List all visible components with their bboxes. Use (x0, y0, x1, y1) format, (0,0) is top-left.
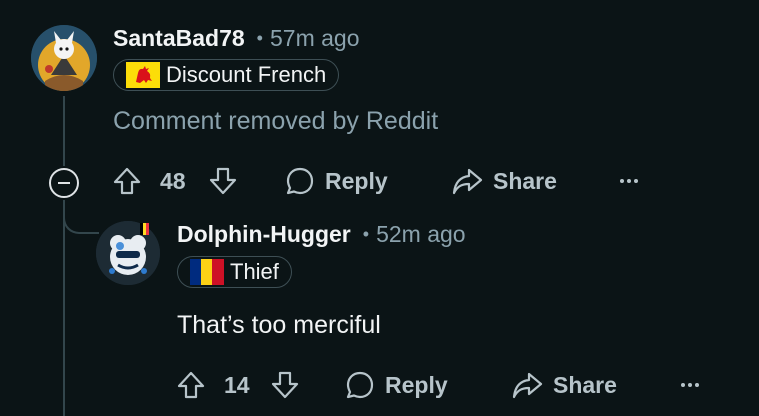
upvote-button[interactable] (112, 165, 142, 197)
thread-line[interactable] (63, 96, 65, 166)
comment-body: Comment removed by Reddit (113, 107, 439, 135)
comment-header: Dolphin-Hugger • 52m ago (177, 218, 466, 250)
share-label: Share (493, 167, 557, 194)
vote-count: 14 (224, 369, 250, 401)
flag-badge-icon (140, 223, 149, 235)
downvote-arrow-icon (271, 371, 299, 399)
more-dots-icon (620, 179, 624, 183)
vote-count-text: 48 (160, 167, 186, 194)
more-options-button[interactable] (681, 383, 699, 387)
comment-thread: SantaBad78 • 57m ago Discount French Com… (0, 0, 759, 416)
share-arrow-icon (512, 372, 543, 399)
timestamp[interactable]: 52m ago (376, 221, 466, 248)
comment-actions: 48 Reply Share (0, 165, 759, 197)
separator-dot: • (256, 27, 263, 48)
downvote-button[interactable] (270, 369, 300, 401)
vote-count: 48 (160, 165, 186, 197)
upvote-arrow-icon (113, 167, 141, 195)
user-flair: Thief (177, 256, 292, 288)
reply-label: Reply (325, 167, 388, 194)
timestamp[interactable]: 57m ago (270, 25, 360, 52)
upvote-button[interactable] (176, 369, 206, 401)
share-arrow-icon (452, 168, 483, 195)
avatar[interactable] (31, 25, 97, 91)
reply-button[interactable]: Reply (345, 369, 448, 401)
more-options-button[interactable] (620, 179, 638, 183)
share-button[interactable]: Share (451, 165, 557, 197)
user-flair: Discount French (113, 59, 340, 91)
avatar-image (31, 25, 97, 91)
comment-body: That’s too merciful (177, 311, 381, 339)
more-dots-icon (681, 383, 685, 387)
downvote-arrow-icon (209, 167, 237, 195)
speech-bubble-icon (286, 167, 314, 195)
reply-button[interactable]: Reply (285, 165, 388, 197)
share-label: Share (553, 371, 617, 398)
username[interactable]: Dolphin-Hugger (177, 221, 351, 248)
speech-bubble-icon (346, 371, 374, 399)
reply-label: Reply (385, 371, 448, 398)
username[interactable]: SantaBad78 (113, 25, 245, 52)
comment-header: SantaBad78 • 57m ago (113, 22, 360, 54)
avatar-image (96, 221, 160, 285)
wallonia-rooster-flag-icon (126, 62, 160, 88)
flair-text: Thief (230, 259, 279, 284)
downvote-button[interactable] (208, 165, 238, 197)
separator-dot: • (362, 223, 370, 244)
reply-connector (63, 200, 99, 234)
vote-count-text: 14 (224, 371, 250, 398)
share-button[interactable]: Share (511, 369, 617, 401)
comment-actions: 14 Reply Share (0, 369, 759, 401)
avatar[interactable] (96, 221, 160, 285)
flair-text: Discount French (166, 62, 327, 87)
romania-flag-icon (190, 259, 224, 285)
upvote-arrow-icon (177, 371, 205, 399)
